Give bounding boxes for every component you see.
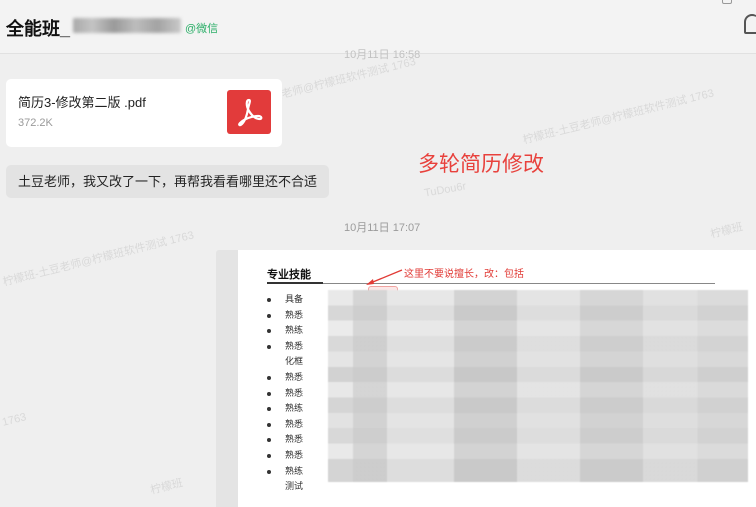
review-note: 这里不要说擅长，改：包括 [404, 269, 524, 280]
redacted-content [328, 290, 748, 482]
list-item: 熟悉 [267, 308, 303, 324]
list-item-text: 具备 [285, 294, 304, 304]
list-item: 熟悉 [267, 386, 303, 402]
bullet-icon [267, 375, 271, 380]
list-item-text: 测试 [285, 481, 304, 492]
watermark: 柠檬班-土豆老师@柠檬班软件测试 1763 [521, 87, 716, 147]
window-control-icon[interactable] [722, 0, 732, 4]
bullet-icon [267, 329, 271, 334]
arrow-icon [366, 269, 403, 285]
bullet-icon [267, 438, 271, 443]
watermark: 1763 [0, 411, 28, 429]
watermark: 柠檬班-土豆老师@柠檬班软件测试 1763 [1, 229, 196, 289]
doc-heading: 专业技能 [267, 269, 311, 281]
timestamp: 10月11日 16:58 [344, 49, 421, 61]
bullet-icon [267, 453, 271, 458]
chat-title: 全能班_ [6, 19, 71, 39]
skills-list: 具备 熟悉 熟练 熟悉 化框 熟悉 熟悉 熟练 熟悉 熟悉 熟悉 熟练 测试 [267, 292, 303, 495]
profile-icon[interactable] [744, 14, 756, 34]
file-name: 简历3-修改第二版 .pdf [18, 95, 146, 110]
list-item-text: 熟悉 [285, 371, 304, 382]
bullet-icon [267, 298, 271, 302]
timestamp: 10月11日 17:07 [344, 222, 421, 234]
bullet-icon [267, 344, 271, 349]
list-item: 熟悉 [267, 370, 303, 386]
bullet-icon [267, 391, 271, 396]
list-item: 熟悉 [267, 417, 303, 433]
list-item-text: 熟悉 [285, 449, 304, 460]
bullet-icon [267, 422, 271, 427]
list-item-text: 熟悉 [285, 309, 304, 320]
bullet-icon [267, 407, 271, 412]
doc-divider [267, 283, 715, 284]
list-item: 熟练 [267, 401, 303, 417]
pdf-icon [227, 90, 271, 134]
list-item: 具备 [267, 292, 303, 308]
list-item-text: 化框 [285, 356, 304, 367]
bullet-icon [267, 469, 271, 474]
list-item-text: 熟练 [285, 465, 304, 476]
file-message[interactable]: 简历3-修改第二版 .pdf 372.2K [6, 79, 282, 147]
wechat-tag: @微信 [185, 23, 219, 35]
list-item: 熟悉 [267, 339, 303, 355]
list-item: 化框 [267, 354, 303, 370]
list-item-text: 熟悉 [285, 434, 304, 445]
image-message[interactable]: 专业技能 这里不要说擅长，改：包括 具备 熟悉 熟练 熟悉 化框 熟悉 熟悉 熟练 熟悉 熟悉 熟悉… [216, 250, 756, 507]
list-item: 测试 [267, 479, 303, 495]
file-size: 372.2K [18, 117, 53, 129]
list-item: 熟悉 [267, 448, 303, 464]
bullet-icon [267, 313, 271, 318]
doc-divider-accent [267, 282, 323, 284]
list-item-text: 熟悉 [285, 340, 304, 351]
list-item-text: 熟悉 [285, 418, 304, 429]
list-item-text: 熟悉 [285, 387, 304, 398]
list-item: 熟练 [267, 323, 303, 339]
watermark: 柠檬班 [149, 477, 185, 497]
redacted-name [73, 18, 181, 33]
list-item-text: 熟练 [285, 403, 304, 414]
watermark: 柠檬班 [709, 221, 745, 241]
list-item: 熟练 [267, 464, 303, 480]
list-item: 熟悉 [267, 432, 303, 448]
text-message[interactable]: 土豆老师，我又改了一下，再帮我看看哪里还不合适 [6, 165, 330, 198]
watermark: TuDou6r [423, 180, 468, 200]
annotation-label: 多轮简历修改 [418, 153, 544, 176]
list-item-text: 熟练 [285, 325, 304, 336]
